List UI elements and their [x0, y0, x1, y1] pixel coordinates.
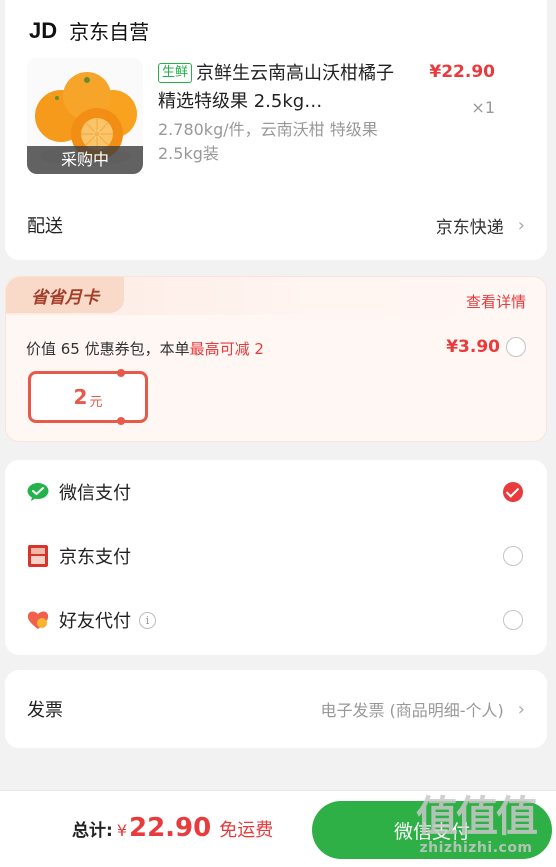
- total-label: 总计:: [72, 821, 113, 841]
- coupon-amount: 2: [73, 385, 88, 409]
- invoice-card[interactable]: 发票 电子发票 (商品明细-个人) ›: [5, 670, 547, 748]
- invoice-row[interactable]: 发票 电子发票 (商品明细-个人) ›: [27, 696, 525, 722]
- fresh-tag: 生鲜: [158, 63, 193, 83]
- payment-option-wechat[interactable]: 微信支付: [27, 477, 525, 507]
- payment-label: 好友代付: [59, 611, 131, 632]
- chevron-right-icon: ›: [517, 214, 525, 236]
- jd-pay-icon: [27, 545, 49, 567]
- coupon: 2 元: [28, 369, 148, 425]
- free-shipping-label: 免运费: [219, 820, 274, 841]
- shop-card: JD 京东自营 采购中 生鲜 京鲜生云南高山沃柑橘子 精选特级果 2.5kg… 2…: [5, 0, 547, 260]
- payment-option-jd[interactable]: 京东支付: [27, 541, 525, 571]
- order-total: 总计: ¥ 22.90 免运费: [72, 813, 273, 843]
- delivery-value: 京东快递 ›: [436, 213, 525, 238]
- purchase-status: 采购中: [27, 146, 143, 174]
- payment-label: 微信支付: [59, 483, 131, 504]
- saving-card: 省省月卡 查看详情 价值 65 优惠券包，本单最高可减 2 ¥3.90 2 元: [5, 276, 547, 442]
- wechat-pay-icon: [27, 481, 49, 503]
- product-quantity: ×1: [471, 98, 495, 117]
- info-icon[interactable]: i: [139, 611, 156, 629]
- chevron-right-icon: ›: [517, 698, 525, 720]
- product-price: ¥22.90: [429, 62, 495, 82]
- saving-desc-highlight: 最高可减 2: [189, 340, 264, 358]
- total-amount: 22.90: [129, 813, 212, 843]
- product-spec: 2.780kg/件，云南沃柑 特级果 2.5kg装: [158, 120, 378, 163]
- wechat-pay-button[interactable]: 微信支付: [312, 801, 552, 859]
- product-image[interactable]: 采购中: [27, 58, 143, 174]
- saving-description: 价值 65 优惠券包，本单最高可减 2: [26, 338, 264, 359]
- saving-badge: 省省月卡: [6, 277, 124, 313]
- shop-header[interactable]: JD 京东自营: [29, 16, 149, 45]
- saving-card-radio[interactable]: [506, 337, 526, 357]
- wechat-pay-radio[interactable]: [503, 482, 523, 502]
- jd-pay-radio[interactable]: [503, 546, 523, 566]
- jd-logo: JD: [29, 17, 58, 43]
- shop-name: 京东自营: [69, 20, 150, 44]
- payment-card: 微信支付 京东支付 好友代付 i: [5, 460, 547, 655]
- saving-desc-prefix: 价值 65 优惠券包，本单: [26, 340, 190, 358]
- friend-pay-radio[interactable]: [503, 610, 523, 630]
- product-title[interactable]: 生鲜 京鲜生云南高山沃柑橘子 精选特级果 2.5kg…: [158, 60, 408, 116]
- checkout-bar: 总计: ¥ 22.90 免运费 微信支付: [0, 790, 556, 867]
- delivery-row[interactable]: 配送 京东快递 ›: [27, 212, 525, 238]
- invoice-value: 电子发票 (商品明细-个人) ›: [320, 697, 525, 721]
- invoice-type: 电子发票 (商品明细-个人): [320, 701, 504, 720]
- total-currency: ¥: [116, 821, 127, 840]
- view-details-link[interactable]: 查看详情: [466, 291, 526, 312]
- invoice-label: 发票: [27, 700, 63, 721]
- saving-card-price: ¥3.90: [446, 337, 500, 357]
- friend-pay-icon: [27, 609, 49, 631]
- product-title-text: 京鲜生云南高山沃柑橘子 精选特级果 2.5kg…: [158, 63, 395, 112]
- payment-label: 京东支付: [59, 547, 131, 568]
- coupon-unit: 元: [89, 394, 103, 410]
- delivery-label: 配送: [27, 216, 63, 237]
- saving-badge-text: 省省月卡: [31, 287, 99, 308]
- delivery-method: 京东快递: [435, 217, 504, 238]
- payment-option-friend[interactable]: 好友代付 i: [27, 605, 525, 635]
